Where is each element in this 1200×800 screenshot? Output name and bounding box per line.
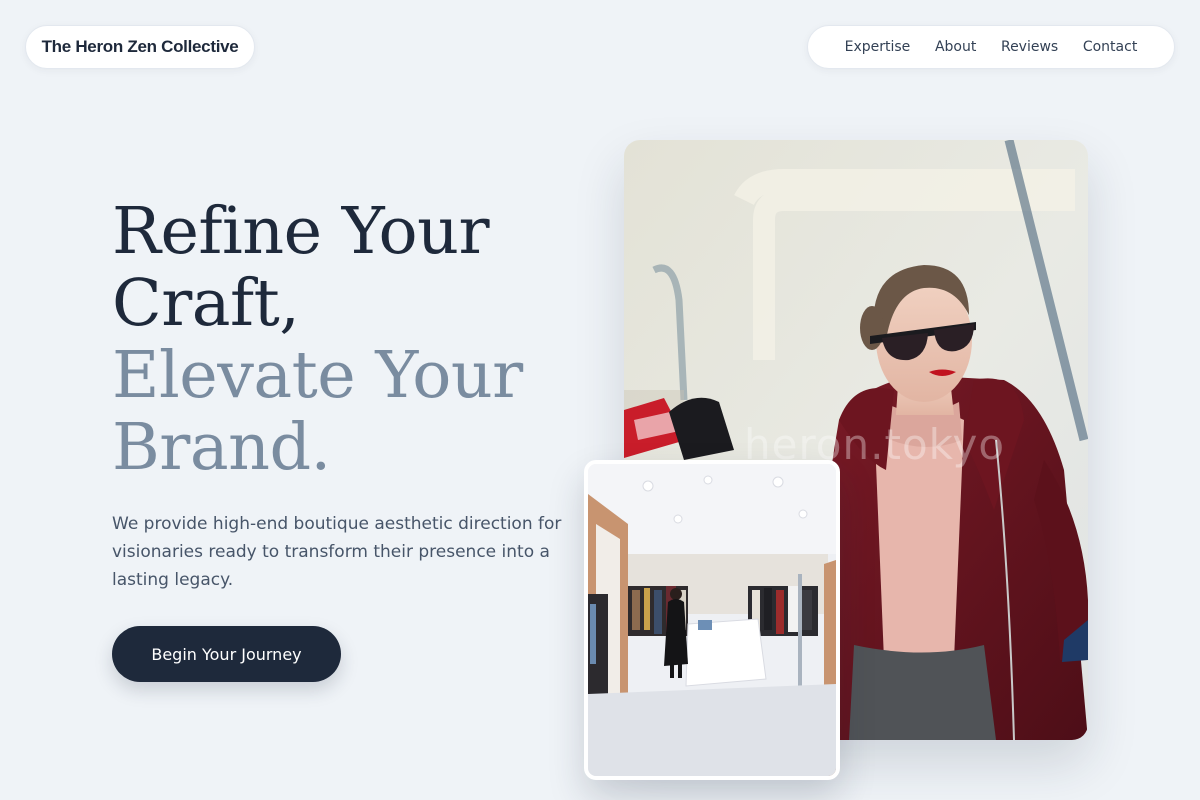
hero-heading-line-2: Craft, bbox=[112, 266, 300, 341]
hero-heading: Refine Your Craft, Elevate Your Brand. bbox=[112, 196, 582, 484]
store-interior-image bbox=[584, 460, 840, 780]
nav-link-expertise[interactable]: Expertise bbox=[845, 39, 911, 55]
begin-journey-button[interactable]: Begin Your Journey bbox=[112, 626, 341, 682]
brand-logo[interactable]: The Heron Zen Collective bbox=[25, 25, 255, 69]
hero-heading-line-3: Elevate Your bbox=[112, 338, 523, 413]
store-interior-illustration bbox=[588, 464, 836, 776]
nav-link-reviews[interactable]: Reviews bbox=[1001, 39, 1058, 55]
nav-link-about[interactable]: About bbox=[935, 39, 976, 55]
hero-heading-line-1: Refine Your bbox=[112, 194, 490, 269]
hero-heading-line-4: Brand. bbox=[112, 410, 331, 485]
nav-link-contact[interactable]: Contact bbox=[1083, 39, 1137, 55]
hero-subtitle: We provide high-end boutique aesthetic d… bbox=[112, 514, 562, 590]
landing-page: The Heron Zen Collective Expertise About… bbox=[0, 0, 1200, 800]
main-nav: Expertise About Reviews Contact bbox=[807, 25, 1175, 69]
brand-name: The Heron Zen Collective bbox=[41, 37, 239, 56]
